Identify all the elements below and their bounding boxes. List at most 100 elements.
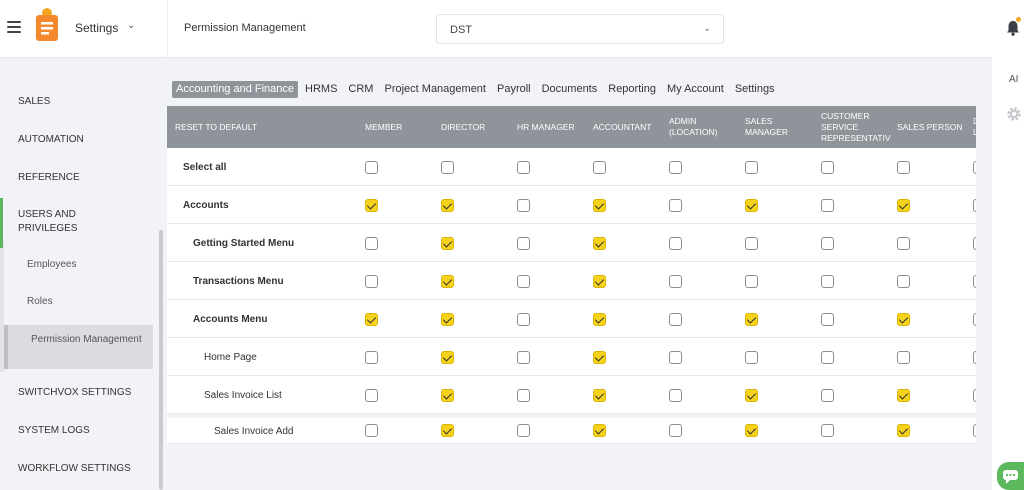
permission-checkbox[interactable] [365, 389, 378, 402]
permission-checkbox[interactable] [973, 161, 976, 174]
permission-checkbox[interactable] [669, 424, 682, 437]
permission-checkbox[interactable] [821, 161, 834, 174]
permission-checkbox[interactable] [897, 313, 910, 326]
permission-checkbox[interactable] [593, 389, 606, 402]
permission-checkbox[interactable] [669, 351, 682, 364]
permission-checkbox[interactable] [517, 161, 530, 174]
permission-checkbox[interactable] [593, 424, 606, 437]
reset-to-default-button[interactable]: RESET TO DEFAULT [175, 106, 257, 148]
tab-payroll[interactable]: Payroll [493, 81, 535, 98]
sidebar-item-users-and-privileges[interactable]: USERS AND PRIVILEGES [0, 198, 120, 248]
permission-checkbox[interactable] [973, 237, 976, 250]
hamburger-icon[interactable] [7, 21, 21, 33]
permission-checkbox[interactable] [745, 424, 758, 437]
permission-checkbox[interactable] [745, 199, 758, 212]
permission-checkbox[interactable] [745, 161, 758, 174]
permission-checkbox[interactable] [973, 351, 976, 364]
app-title[interactable]: Settings [75, 21, 118, 35]
permission-checkbox[interactable] [593, 199, 606, 212]
chevron-down-icon[interactable]: ⌄ [127, 20, 135, 31]
permission-checkbox[interactable] [821, 313, 834, 326]
permission-checkbox[interactable] [669, 275, 682, 288]
permission-checkbox[interactable] [821, 389, 834, 402]
permission-checkbox[interactable] [593, 237, 606, 250]
permission-checkbox[interactable] [745, 237, 758, 250]
permission-checkbox[interactable] [973, 313, 976, 326]
permission-checkbox[interactable] [821, 351, 834, 364]
scrollbar-thumb[interactable] [159, 230, 163, 490]
permission-checkbox[interactable] [669, 237, 682, 250]
tab-hrms[interactable]: HRMS [301, 81, 341, 98]
permission-checkbox[interactable] [441, 161, 454, 174]
sidebar-scrollbar[interactable] [158, 68, 166, 490]
permission-checkbox[interactable] [897, 275, 910, 288]
tab-crm[interactable]: CRM [344, 81, 377, 98]
permission-checkbox[interactable] [973, 389, 976, 402]
permission-checkbox[interactable] [821, 237, 834, 250]
permission-checkbox[interactable] [441, 389, 454, 402]
sidebar-subitem-roles[interactable]: Roles [0, 295, 158, 309]
permission-checkbox[interactable] [897, 161, 910, 174]
sidebar-subitem-employees[interactable]: Employees [0, 258, 158, 272]
permission-checkbox[interactable] [745, 313, 758, 326]
ai-button[interactable]: AI [1009, 74, 1018, 85]
permission-checkbox[interactable] [669, 199, 682, 212]
permission-checkbox[interactable] [593, 313, 606, 326]
permission-checkbox[interactable] [517, 199, 530, 212]
tab-my-account[interactable]: My Account [663, 81, 728, 98]
permission-checkbox[interactable] [821, 199, 834, 212]
permission-checkbox[interactable] [669, 389, 682, 402]
bell-icon[interactable] [1006, 20, 1020, 36]
permission-checkbox[interactable] [365, 313, 378, 326]
permission-checkbox[interactable] [821, 424, 834, 437]
permission-checkbox[interactable] [441, 313, 454, 326]
permission-checkbox[interactable] [517, 237, 530, 250]
company-select[interactable]: DST ⌄ [436, 14, 724, 44]
sidebar-item-sales[interactable]: SALES [0, 95, 158, 109]
chat-icon[interactable] [997, 462, 1024, 490]
permission-checkbox[interactable] [593, 275, 606, 288]
permission-checkbox[interactable] [973, 424, 976, 437]
permission-checkbox[interactable] [441, 424, 454, 437]
permission-checkbox[interactable] [897, 424, 910, 437]
permission-checkbox[interactable] [517, 351, 530, 364]
permission-checkbox[interactable] [593, 351, 606, 364]
permission-checkbox[interactable] [365, 275, 378, 288]
permission-checkbox[interactable] [897, 351, 910, 364]
sidebar-item-reference[interactable]: REFERENCE [0, 171, 158, 185]
permission-checkbox[interactable] [669, 161, 682, 174]
permission-checkbox[interactable] [517, 424, 530, 437]
permission-checkbox[interactable] [821, 275, 834, 288]
permission-checkbox[interactable] [669, 313, 682, 326]
tab-reporting[interactable]: Reporting [604, 81, 660, 98]
sidebar-item-switchvox-settings[interactable]: SWITCHVOX SETTINGS [0, 386, 158, 400]
permission-checkbox[interactable] [365, 424, 378, 437]
permission-checkbox[interactable] [517, 275, 530, 288]
tab-settings[interactable]: Settings [731, 81, 779, 98]
permission-checkbox[interactable] [745, 351, 758, 364]
permission-checkbox[interactable] [441, 275, 454, 288]
gear-icon[interactable] [1006, 106, 1022, 122]
permission-checkbox[interactable] [897, 389, 910, 402]
permission-checkbox[interactable] [441, 237, 454, 250]
sidebar-item-system-logs[interactable]: SYSTEM LOGS [0, 424, 158, 438]
permission-checkbox[interactable] [365, 199, 378, 212]
sidebar-subitem-permission-management[interactable]: Permission Management [4, 325, 153, 369]
permission-checkbox[interactable] [441, 199, 454, 212]
tab-documents[interactable]: Documents [538, 81, 602, 98]
permission-checkbox[interactable] [897, 199, 910, 212]
permission-checkbox[interactable] [897, 237, 910, 250]
permission-checkbox[interactable] [441, 351, 454, 364]
permission-checkbox[interactable] [365, 351, 378, 364]
permission-checkbox[interactable] [365, 161, 378, 174]
permission-checkbox[interactable] [973, 275, 976, 288]
permission-checkbox[interactable] [973, 199, 976, 212]
tab-project-management[interactable]: Project Management [380, 81, 490, 98]
permission-checkbox[interactable] [517, 389, 530, 402]
permission-checkbox[interactable] [517, 313, 530, 326]
sidebar-item-automation[interactable]: AUTOMATION [0, 133, 158, 147]
permission-checkbox[interactable] [593, 161, 606, 174]
sidebar-item-workflow-settings[interactable]: WORKFLOW SETTINGS [0, 462, 158, 476]
permission-checkbox[interactable] [745, 275, 758, 288]
permission-checkbox[interactable] [365, 237, 378, 250]
